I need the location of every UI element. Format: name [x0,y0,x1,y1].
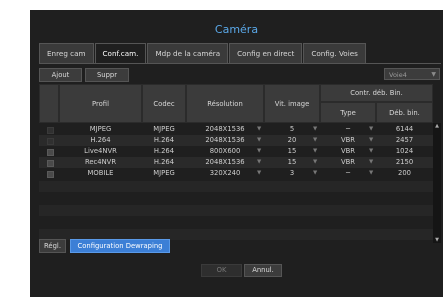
header-type: Type [320,102,376,123]
cell-frame-rate[interactable]: 20 [264,135,320,146]
channel-select[interactable]: Voie4 ▼ [384,68,440,80]
row-checkbox[interactable] [47,171,54,178]
empty-row [39,181,433,192]
cell-codec: H.264 [153,136,175,144]
cell-bitrate[interactable]: 6144 [376,124,433,135]
tab-camera-password[interactable]: Mdp de la caméra [147,43,229,63]
ok-button[interactable]: OK [201,264,242,277]
cell-type[interactable]: ─ [320,168,376,179]
chevron-down-icon: ▼ [369,126,374,132]
cell-frame-rate[interactable]: 5 [264,124,320,135]
header-frame-rate: Vit. image [264,84,320,123]
cell-bitrate[interactable]: 2150 [376,157,433,168]
cell-frame-rate[interactable]: 15 [264,157,320,168]
table-row[interactable]: H.264 H.264 2048X1536 ▼ 20 ▼ VBR ▼ 2457 [39,135,441,146]
cell-codec: H.264 [153,158,175,166]
cell-resolution[interactable]: 2048X1536 [186,135,264,146]
cell-codec: MJPEG [153,125,175,133]
cell-bitrate[interactable]: 200 [376,168,433,179]
chevron-down-icon: ▼ [369,137,374,143]
chevron-down-icon: ▼ [257,148,262,154]
cell-frame-rate[interactable]: 3 [264,168,320,179]
window-title: Caméra [214,23,259,36]
cell-profile: Live4NVR [84,147,117,155]
table-row[interactable]: Live4NVR H.264 800X600 ▼ 15 ▼ VBR ▼ 1024 [39,146,441,157]
header-resolution: Résolution [186,84,264,123]
table-scrollbar[interactable]: ▲ ▼ [433,123,441,243]
chevron-down-icon: ▼ [313,148,318,154]
cell-bitrate[interactable]: 2457 [376,135,433,146]
cell-codec: MJPEG [153,169,175,177]
cell-resolution[interactable]: 2048X1536 [186,157,264,168]
header-codec: Codec [142,84,186,123]
chevron-down-icon: ▼ [313,170,318,176]
cell-bitrate[interactable]: 1024 [376,146,433,157]
header-profile: Profil [59,84,142,123]
profile-table: Profil Codec Résolution Vit. image Contr… [39,84,441,243]
cell-resolution[interactable]: 800X600 [186,146,264,157]
cell-profile: H.264 [90,136,111,144]
tab-bar: Enreg cam Conf.cam. Mdp de la caméra Con… [39,43,367,63]
cancel-button[interactable]: Annul. [244,264,282,277]
cell-resolution[interactable]: 2048X1536 [186,124,264,135]
cell-type[interactable]: VBR [320,157,376,168]
empty-row [39,205,433,216]
tab-channel-config[interactable]: Config. Voies [303,43,366,63]
chevron-down-icon: ▼ [257,159,262,165]
chevron-down-icon: ▼ [257,137,262,143]
cell-profile: MOBILE [87,169,114,177]
chevron-down-icon: ▼ [257,126,262,132]
scroll-up-icon[interactable]: ▲ [433,123,441,129]
row-checkbox[interactable] [47,138,54,145]
dewarping-config-button[interactable]: Configuration Dewraping [70,239,170,253]
cell-type[interactable]: ─ [320,124,376,135]
chevron-down-icon: ▼ [431,71,436,78]
empty-row [39,193,433,204]
cell-profile: MJPEG [89,125,112,133]
header-bitrate: Déb. bin. [376,102,433,123]
table-row[interactable]: MOBILE MJPEG 320X240 ▼ 3 ▼ ─ ▼ 200 [39,168,441,179]
header-bitrate-control: Contr. déb. Bin. [320,84,433,102]
camera-settings-window: Caméra Enreg cam Conf.cam. Mdp de la cam… [30,10,443,297]
settings-button[interactable]: Régl. [39,239,66,253]
row-checkbox[interactable] [47,149,54,156]
cell-profile: Rec4NVR [84,158,117,166]
chevron-down-icon: ▼ [369,159,374,165]
chevron-down-icon: ▼ [369,170,374,176]
table-row[interactable]: MJPEG MJPEG 2048X1536 ▼ 5 ▼ ─ ▼ 6144 [39,124,441,135]
channel-select-value: Voie4 [389,71,407,79]
scroll-down-icon[interactable]: ▼ [433,237,441,243]
cell-codec: H.264 [153,147,175,155]
empty-row [39,217,433,228]
cell-type[interactable]: VBR [320,146,376,157]
chevron-down-icon: ▼ [313,137,318,143]
cell-frame-rate[interactable]: 15 [264,146,320,157]
header-checkbox-column [39,84,59,123]
cell-resolution[interactable]: 320X240 [186,168,264,179]
cell-type[interactable]: VBR [320,135,376,146]
add-profile-button[interactable]: Ajout [39,68,82,82]
delete-profile-button[interactable]: Suppr [85,68,129,82]
row-checkbox[interactable] [47,127,54,134]
tab-divider [39,63,441,64]
chevron-down-icon: ▼ [257,170,262,176]
chevron-down-icon: ▼ [313,159,318,165]
tab-enreg-cam[interactable]: Enreg cam [39,43,94,63]
row-checkbox[interactable] [47,160,54,167]
chevron-down-icon: ▼ [369,148,374,154]
chevron-down-icon: ▼ [313,126,318,132]
tab-live-config[interactable]: Config en direct [229,43,303,63]
tab-conf-cam[interactable]: Conf.cam. [94,43,147,63]
table-row[interactable]: Rec4NVR H.264 2048X1536 ▼ 15 ▼ VBR ▼ 215… [39,157,441,168]
